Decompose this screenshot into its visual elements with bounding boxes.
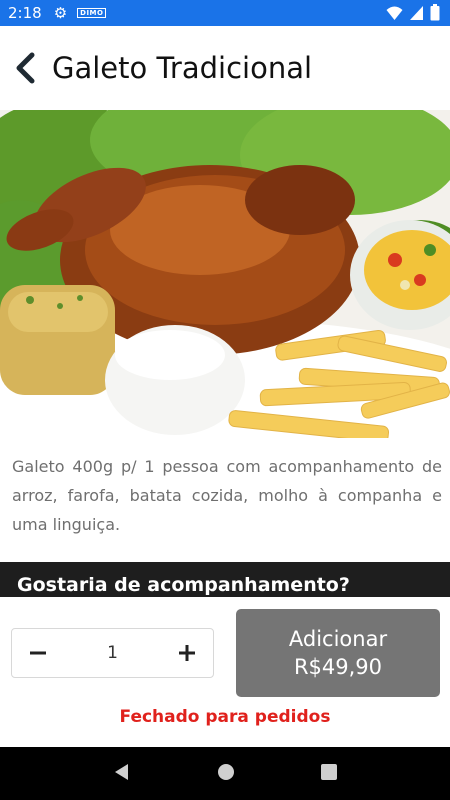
add-button-label: Adicionar bbox=[288, 627, 388, 651]
plus-icon bbox=[178, 645, 195, 661]
increase-button[interactable] bbox=[175, 641, 199, 665]
signal-icon bbox=[410, 5, 423, 20]
battery-icon bbox=[430, 4, 440, 21]
quantity-value: 1 bbox=[107, 643, 118, 663]
nav-home-button[interactable] bbox=[217, 763, 235, 785]
section-header: Gostaria de acompanhamento? bbox=[0, 562, 450, 602]
triangle-back-icon bbox=[115, 763, 128, 780]
gear-icon: ⚙ bbox=[53, 4, 68, 22]
decrease-button[interactable] bbox=[26, 641, 50, 665]
closed-message: Fechado para pedidos bbox=[119, 707, 331, 727]
status-icons bbox=[386, 4, 440, 21]
back-button[interactable] bbox=[0, 26, 50, 110]
quantity-stepper: 1 bbox=[11, 628, 214, 678]
circle-home-icon bbox=[218, 763, 234, 780]
system-nav-bar bbox=[0, 747, 450, 800]
status-bar: 2:18 ⚙ DIMO bbox=[0, 0, 450, 26]
status-app-badge: DIMO bbox=[77, 8, 107, 18]
status-time: 2:18 bbox=[8, 4, 42, 22]
app-header: Galeto Tradicional bbox=[0, 26, 450, 110]
chevron-left-icon bbox=[16, 52, 35, 84]
wifi-icon bbox=[386, 6, 403, 20]
add-to-cart-button[interactable]: Adicionar R$49,90 bbox=[236, 609, 440, 697]
order-panel: 1 Adicionar R$49,90 Fechado para pedidos bbox=[0, 597, 450, 747]
nav-back-button[interactable] bbox=[113, 763, 131, 785]
minus-icon bbox=[30, 651, 46, 655]
product-description: Galeto 400g p/ 1 pessoa com acompanhamen… bbox=[12, 457, 442, 534]
section-title: Gostaria de acompanhamento? bbox=[17, 574, 350, 596]
nav-recents-button[interactable] bbox=[321, 763, 337, 784]
add-button-price: R$49,90 bbox=[293, 655, 383, 679]
square-recents-icon bbox=[321, 763, 337, 780]
product-image bbox=[0, 110, 450, 438]
page-title: Galeto Tradicional bbox=[52, 51, 313, 85]
